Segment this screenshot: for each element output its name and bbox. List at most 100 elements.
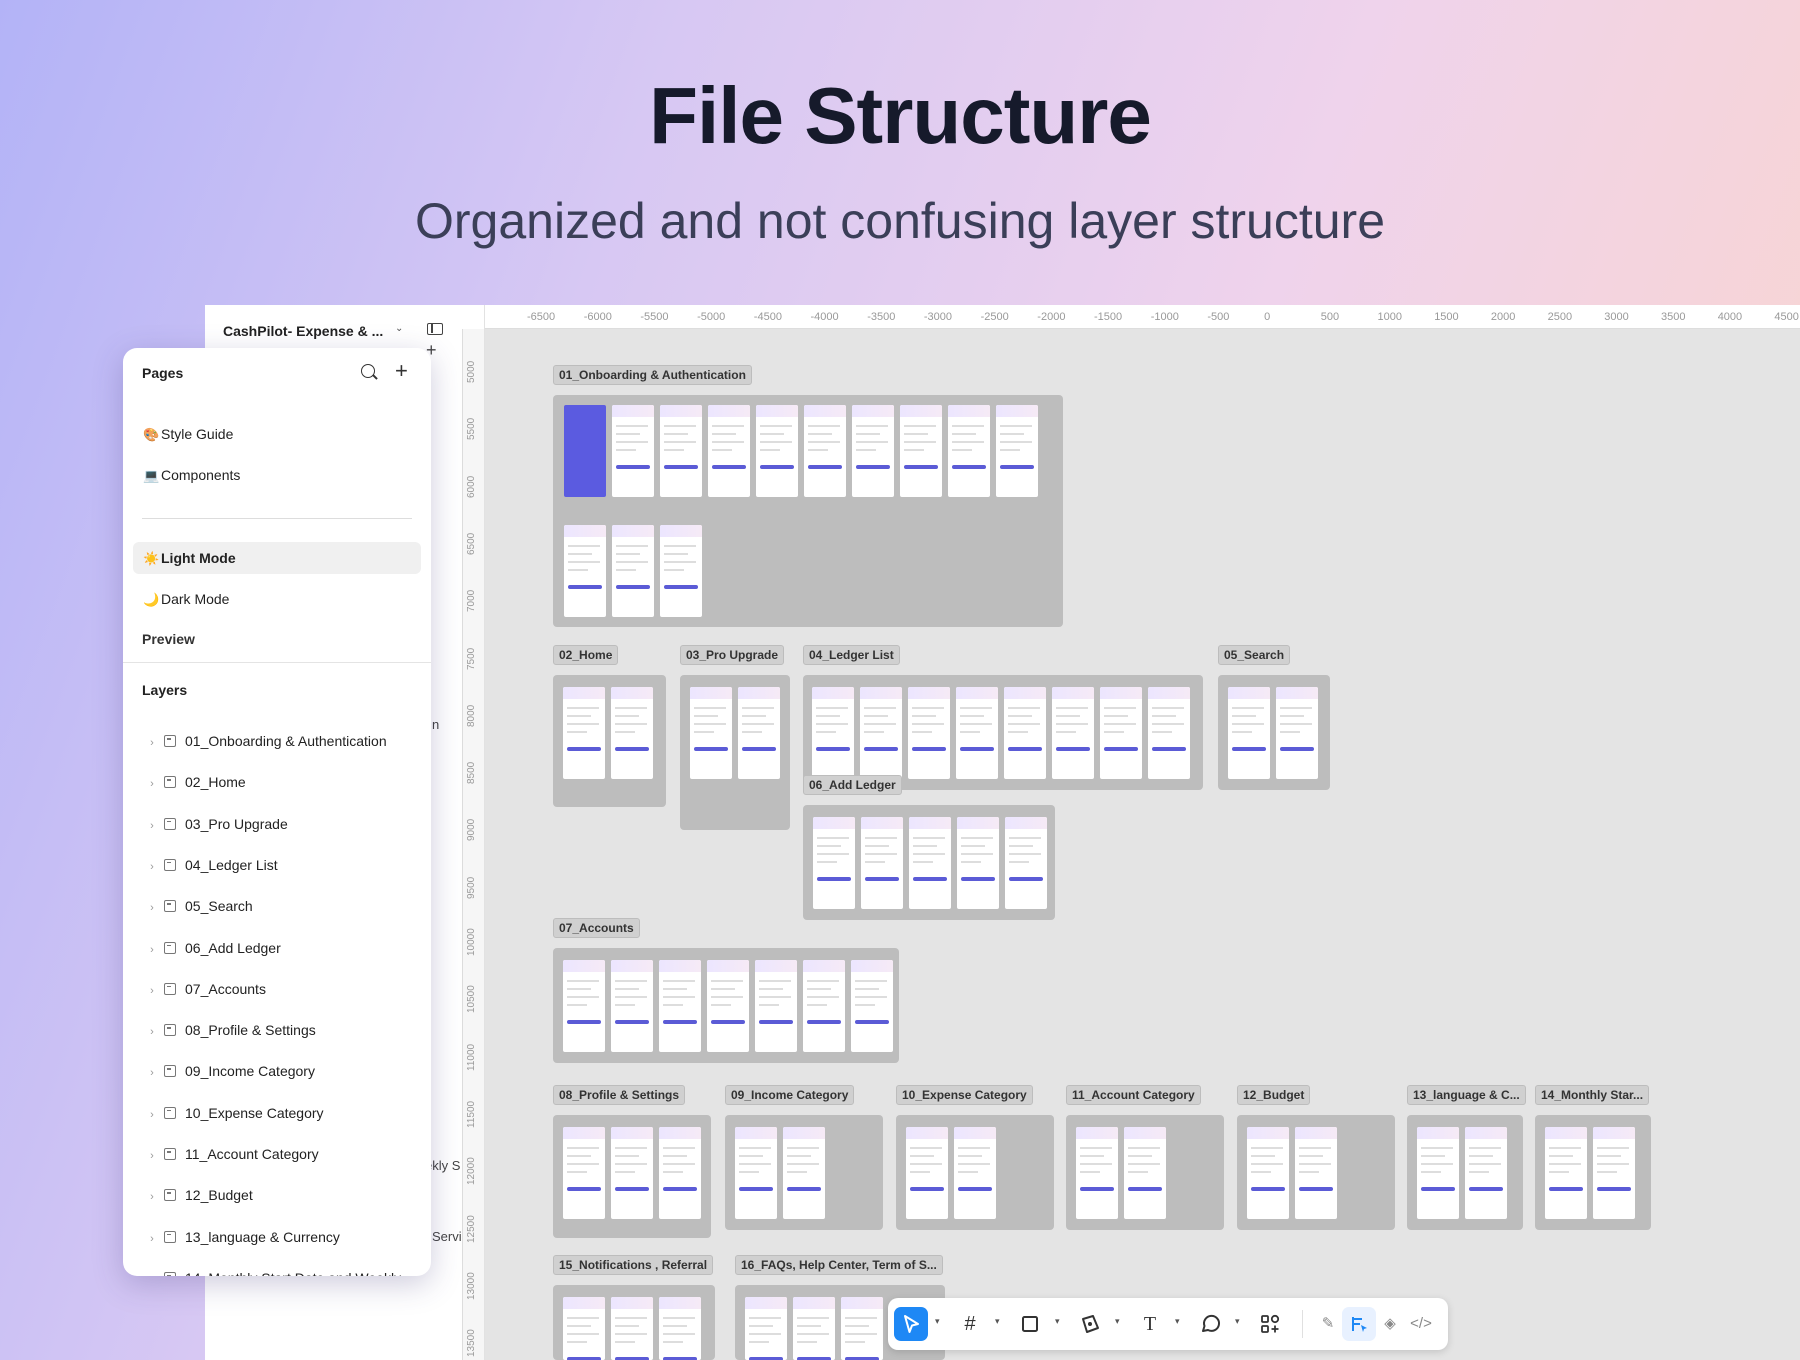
screen-thumbnail[interactable] <box>783 1127 825 1219</box>
screen-thumbnail[interactable] <box>708 405 750 497</box>
screen-thumbnail[interactable] <box>1247 1127 1289 1219</box>
screen-thumbnail[interactable] <box>660 525 702 617</box>
chevron-right-icon[interactable]: › <box>142 854 162 880</box>
chevron-down-icon[interactable]: ▾ <box>1175 1316 1180 1327</box>
screen-thumbnail[interactable] <box>563 687 605 779</box>
text-tool-icon[interactable]: T <box>1133 1307 1167 1341</box>
screen-thumbnail[interactable] <box>611 1297 653 1360</box>
screen-thumbnail[interactable] <box>659 1297 701 1360</box>
screen-thumbnail[interactable] <box>909 817 951 909</box>
screen-thumbnail[interactable] <box>755 960 797 1052</box>
layer-item[interactable]: › 05_Search <box>142 893 422 919</box>
search-icon[interactable] <box>361 364 375 378</box>
file-title[interactable]: CashPilot- Expense & ... <box>223 323 383 339</box>
screen-thumbnail[interactable] <box>1276 687 1318 779</box>
screen-thumbnail[interactable] <box>659 960 701 1052</box>
frame-label[interactable]: 12_Budget <box>1237 1085 1311 1105</box>
frame-label[interactable]: 13_language & C... <box>1407 1085 1526 1105</box>
frame-label[interactable]: 04_Ledger List <box>803 645 900 665</box>
screen-thumbnail[interactable] <box>1124 1127 1166 1219</box>
layer-item[interactable]: › 03_Pro Upgrade <box>142 811 422 837</box>
screen-thumbnail[interactable] <box>841 1297 883 1360</box>
screen-thumbnail[interactable] <box>690 687 732 779</box>
screen-thumbnail[interactable] <box>813 817 855 909</box>
layer-item[interactable]: › 06_Add Ledger <box>142 935 422 961</box>
page-item-dark-mode[interactable]: 🌙 Dark Mode <box>133 583 421 615</box>
frame-label[interactable]: 05_Search <box>1218 645 1291 665</box>
screen-thumbnail[interactable] <box>563 960 605 1052</box>
screen-thumbnail[interactable] <box>1593 1127 1635 1219</box>
screen-thumbnail[interactable] <box>563 1127 605 1219</box>
screen-thumbnail[interactable] <box>954 1127 996 1219</box>
screen-thumbnail[interactable] <box>659 1127 701 1219</box>
chevron-down-icon[interactable]: ⌄ <box>395 323 403 334</box>
layer-item[interactable]: › 11_Account Category <box>142 1141 422 1167</box>
layer-item[interactable]: › 04_Ledger List <box>142 852 422 878</box>
move-tool-icon[interactable] <box>894 1307 928 1341</box>
screen-thumbnail[interactable] <box>861 817 903 909</box>
page-item-style-guide[interactable]: 🎨 Style Guide <box>133 418 421 450</box>
add-page-icon[interactable]: + <box>395 360 408 382</box>
sidebar-toggle-icon[interactable] <box>427 323 443 335</box>
screen-thumbnail[interactable] <box>1100 687 1142 779</box>
screen-thumbnail[interactable] <box>948 405 990 497</box>
screen-thumbnail[interactable] <box>812 687 854 779</box>
chevron-right-icon[interactable]: › <box>142 1226 162 1252</box>
screen-thumbnail[interactable] <box>1545 1127 1587 1219</box>
frame-tool-icon[interactable]: # <box>953 1307 987 1341</box>
frame-label[interactable]: 11_Account Category <box>1066 1085 1201 1105</box>
chevron-right-icon[interactable]: › <box>142 1019 162 1045</box>
frame-label[interactable]: 07_Accounts <box>553 918 640 938</box>
layer-item[interactable]: › 12_Budget <box>142 1182 422 1208</box>
rectangle-tool-icon[interactable] <box>1013 1307 1047 1341</box>
screen-thumbnail[interactable] <box>564 405 606 497</box>
frame-label[interactable]: 16_FAQs, Help Center, Term of S... <box>735 1255 943 1275</box>
screen-thumbnail[interactable] <box>957 817 999 909</box>
dev-mode-icon[interactable]: </> <box>1404 1307 1438 1341</box>
frame-label[interactable]: 08_Profile & Settings <box>553 1085 686 1105</box>
screen-thumbnail[interactable] <box>804 405 846 497</box>
frame-label[interactable]: 10_Expense Category <box>896 1085 1033 1105</box>
frame-label[interactable]: 03_Pro Upgrade <box>680 645 785 665</box>
frame-label[interactable]: 15_Notifications , Referral <box>553 1255 714 1275</box>
screen-thumbnail[interactable] <box>563 1297 605 1360</box>
layer-item[interactable]: › 07_Accounts <box>142 976 422 1002</box>
screen-thumbnail[interactable] <box>1148 687 1190 779</box>
layer-item[interactable]: › 10_Expense Category <box>142 1100 422 1126</box>
screen-thumbnail[interactable] <box>996 405 1038 497</box>
screen-thumbnail[interactable] <box>611 687 653 779</box>
chevron-right-icon[interactable]: › <box>142 937 162 963</box>
layer-item[interactable]: › 13_language & Currency <box>142 1224 422 1250</box>
preview-label[interactable]: Preview <box>142 631 195 647</box>
chevron-right-icon[interactable]: › <box>142 813 162 839</box>
frame-label[interactable]: 09_Income Category <box>725 1085 855 1105</box>
chevron-right-icon[interactable]: › <box>142 895 162 921</box>
screen-thumbnail[interactable] <box>900 405 942 497</box>
chevron-right-icon[interactable]: › <box>142 1267 162 1276</box>
chevron-down-icon[interactable]: ▾ <box>995 1316 1000 1327</box>
screen-thumbnail[interactable] <box>1417 1127 1459 1219</box>
screen-thumbnail[interactable] <box>745 1297 787 1360</box>
screen-thumbnail[interactable] <box>612 405 654 497</box>
screen-thumbnail[interactable] <box>612 525 654 617</box>
screen-thumbnail[interactable] <box>851 960 893 1052</box>
screen-thumbnail[interactable] <box>852 405 894 497</box>
chevron-down-icon[interactable]: ▾ <box>935 1316 940 1327</box>
chevron-down-icon[interactable]: ▾ <box>1235 1316 1240 1327</box>
screen-thumbnail[interactable] <box>707 960 749 1052</box>
screen-thumbnail[interactable] <box>1076 1127 1118 1219</box>
chevron-right-icon[interactable]: › <box>142 1060 162 1086</box>
layer-item[interactable]: › 14_Monthly Start Date and Weekly... <box>142 1265 422 1276</box>
screen-thumbnail[interactable] <box>1295 1127 1337 1219</box>
comment-tool-icon[interactable] <box>1193 1307 1227 1341</box>
layer-item[interactable]: › 02_Home <box>142 769 422 795</box>
chevron-right-icon[interactable]: › <box>142 1102 162 1128</box>
layer-item[interactable]: › 01_Onboarding & Authentication <box>142 728 422 754</box>
screen-thumbnail[interactable] <box>660 405 702 497</box>
draw-mode-icon[interactable]: ✎ <box>1311 1307 1345 1341</box>
chevron-right-icon[interactable]: › <box>142 1143 162 1169</box>
actions-tool-icon[interactable] <box>1253 1307 1287 1341</box>
screen-thumbnail[interactable] <box>1004 687 1046 779</box>
screen-thumbnail[interactable] <box>564 525 606 617</box>
screen-thumbnail[interactable] <box>1228 687 1270 779</box>
